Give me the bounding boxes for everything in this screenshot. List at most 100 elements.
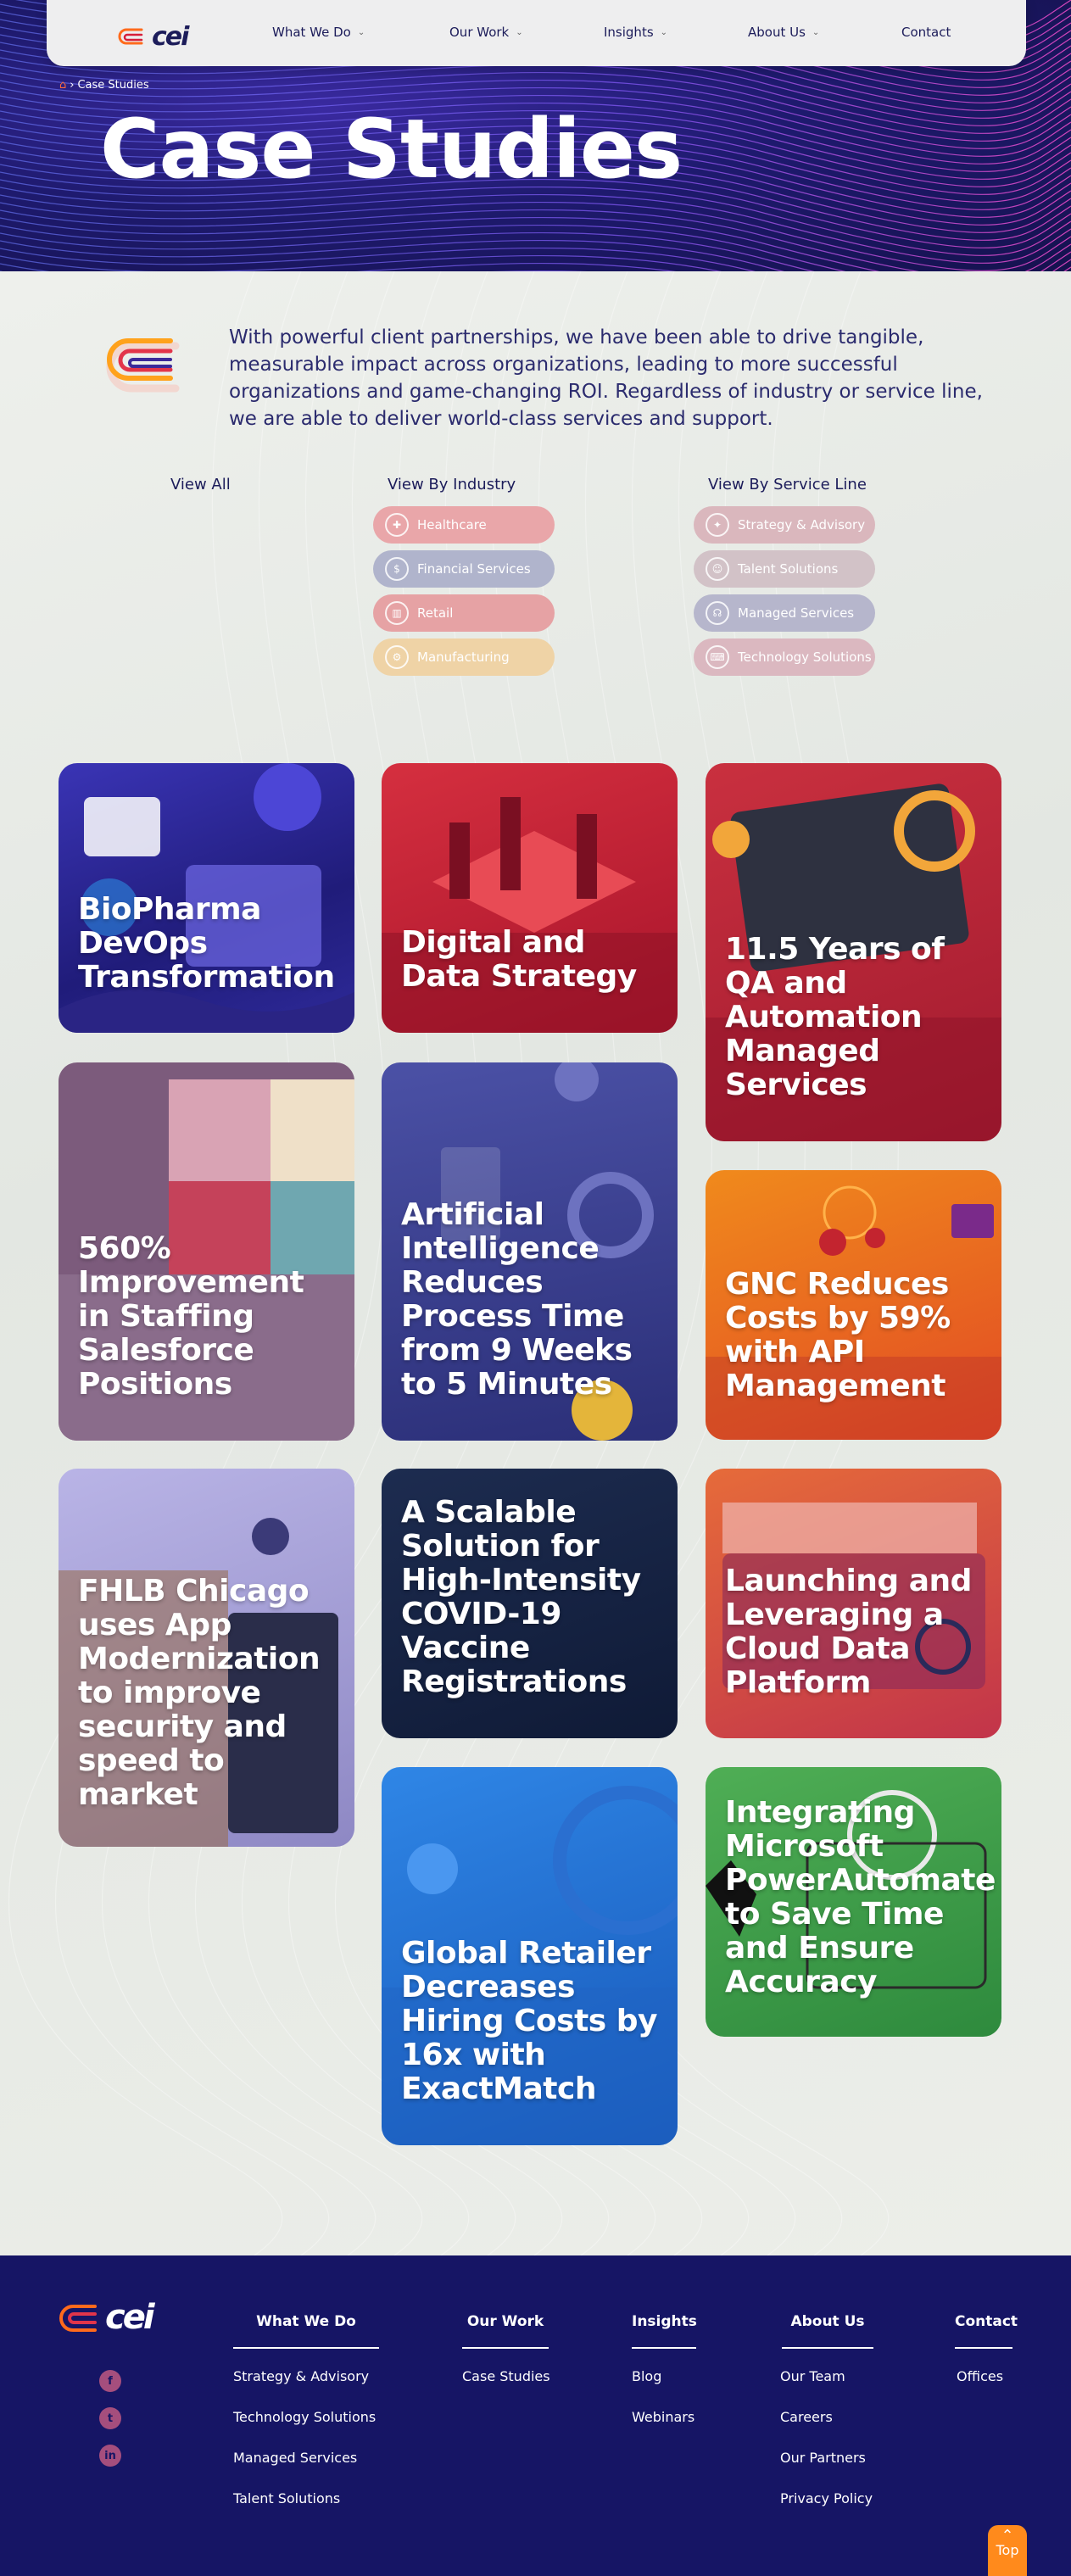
- pill-label: Manufacturing: [417, 650, 510, 665]
- page-title: Case Studies: [100, 102, 683, 197]
- filter-pill-retail[interactable]: ▥ Retail: [373, 594, 555, 632]
- card-title: A Scalable Solution for High-Intensity C…: [401, 1495, 641, 1699]
- footer-heading-our-work[interactable]: Our Work: [462, 2313, 549, 2349]
- case-study-card[interactable]: Integrating Microsoft PowerAutomate to S…: [706, 1767, 1001, 2037]
- linkedin-icon[interactable]: in: [99, 2445, 121, 2467]
- footer-link[interactable]: Privacy Policy: [780, 2490, 873, 2506]
- chevron-down-icon: ⌄: [357, 27, 365, 37]
- footer-logo[interactable]: cei: [58, 2298, 172, 2344]
- cei-logo[interactable]: cei: [116, 22, 189, 52]
- chevron-down-icon: ⌄: [812, 27, 820, 37]
- case-study-card[interactable]: Digital and Data Strategy: [382, 763, 678, 1033]
- pill-label: Talent Solutions: [738, 561, 839, 577]
- wave-line: [0, 201, 1071, 271]
- site-footer: cei f t in What We Do Our Work Insights …: [0, 2255, 1071, 2576]
- nav-label: About Us: [748, 25, 806, 40]
- pill-label: Financial Services: [417, 561, 531, 577]
- footer-heading-insights[interactable]: Insights: [632, 2313, 697, 2349]
- filter-pill-manufacturing[interactable]: ⚙ Manufacturing: [373, 638, 555, 676]
- filter-pill-managed-services[interactable]: ☊ Managed Services: [694, 594, 875, 632]
- cei-logo-text: cei: [152, 22, 189, 52]
- manufacturing-icon: ⚙: [385, 645, 409, 669]
- footer-link[interactable]: Case Studies: [462, 2368, 550, 2384]
- filter-pill-financial-services[interactable]: $ Financial Services: [373, 550, 555, 588]
- case-study-card[interactable]: BioPharma DevOps Transformation: [59, 763, 354, 1033]
- case-study-card[interactable]: Artificial Intelligence Reduces Process …: [382, 1062, 678, 1441]
- card-title: Digital and Data Strategy: [401, 925, 637, 994]
- filter-pill-talent-solutions[interactable]: ☺ Talent Solutions: [694, 550, 875, 588]
- top-navigation: cei What We Do ⌄ Our Work ⌄ Insights ⌄ Abou…: [47, 0, 1026, 66]
- breadcrumb-separator: ›: [70, 79, 75, 92]
- footer-link[interactable]: Careers: [780, 2409, 833, 2425]
- footer-link[interactable]: Webinars: [632, 2409, 694, 2425]
- footer-logo-text: cei: [105, 2298, 155, 2337]
- footer-link[interactable]: Our Team: [780, 2368, 845, 2384]
- footer-heading-what-we-do[interactable]: What We Do: [233, 2313, 379, 2349]
- footer-heading-label: Insights: [632, 2313, 697, 2330]
- footer-link[interactable]: Managed Services: [233, 2450, 357, 2466]
- nav-item-what-we-do[interactable]: What We Do ⌄: [272, 25, 365, 40]
- heading-underline: [462, 2347, 549, 2349]
- facebook-icon[interactable]: f: [99, 2370, 121, 2392]
- nav-item-our-work[interactable]: Our Work ⌄: [449, 25, 523, 40]
- breadcrumb-current: Case Studies: [77, 79, 149, 92]
- chevron-up-icon: ⌃: [1001, 2527, 1014, 2545]
- talent-icon: ☺: [706, 557, 729, 581]
- card-title: Global Retailer Decreases Hiring Costs b…: [401, 1936, 657, 2106]
- healthcare-icon: ✚: [385, 513, 409, 537]
- filter-pill-technology-solutions[interactable]: ⌨ Technology Solutions: [694, 638, 875, 676]
- case-study-card[interactable]: 11.5 Years of QA and Automation Managed …: [706, 763, 1001, 1141]
- heading-underline: [233, 2347, 379, 2349]
- card-title: Integrating Microsoft PowerAutomate to S…: [725, 1795, 996, 1999]
- wave-line: [0, 231, 1071, 271]
- card-title: FHLB Chicago uses App Modernization to i…: [78, 1574, 321, 1812]
- managed-services-icon: ☊: [706, 601, 729, 625]
- case-study-card[interactable]: Global Retailer Decreases Hiring Costs b…: [382, 1767, 678, 2145]
- top-button-label: Top: [996, 2542, 1019, 2558]
- footer-heading-contact[interactable]: Contact: [955, 2313, 1018, 2349]
- card-title: 560% Improvement in Staffing Salesforce …: [78, 1231, 304, 1402]
- heading-underline: [632, 2347, 696, 2349]
- nav-label: Insights: [604, 25, 654, 40]
- filter-view-all[interactable]: View All: [170, 476, 231, 493]
- case-study-card[interactable]: 560% Improvement in Staffing Salesforce …: [59, 1062, 354, 1441]
- filter-heading-service-line: View By Service Line: [708, 476, 867, 493]
- nav-item-contact[interactable]: Contact: [901, 25, 951, 40]
- footer-link[interactable]: Our Partners: [780, 2450, 866, 2466]
- footer-link[interactable]: Offices: [957, 2368, 1003, 2384]
- strategy-icon: ✦: [706, 513, 729, 537]
- case-study-card[interactable]: FHLB Chicago uses App Modernization to i…: [59, 1469, 354, 1847]
- nav-item-about-us[interactable]: About Us ⌄: [748, 25, 819, 40]
- twitter-icon[interactable]: t: [99, 2407, 121, 2429]
- chevron-down-icon: ⌄: [516, 27, 523, 37]
- chevron-down-icon: ⌄: [660, 27, 668, 37]
- back-to-top-button[interactable]: ⌃ Top: [988, 2525, 1027, 2576]
- footer-heading-label: About Us: [790, 2313, 865, 2330]
- home-icon[interactable]: ⌂: [59, 79, 66, 92]
- card-title: 11.5 Years of QA and Automation Managed …: [725, 932, 945, 1102]
- wave-line: [0, 186, 1071, 256]
- cei-logo-mark-icon: [118, 28, 143, 44]
- wave-line: [0, 193, 1071, 264]
- footer-heading-about-us[interactable]: About Us: [782, 2313, 873, 2349]
- pill-label: Strategy & Advisory: [738, 517, 866, 532]
- pill-label: Healthcare: [417, 517, 487, 532]
- gear-dollar-icon: $: [385, 557, 409, 581]
- case-study-card[interactable]: GNC Reduces Costs by 59% with API Manage…: [706, 1170, 1001, 1440]
- footer-link[interactable]: Blog: [632, 2368, 661, 2384]
- footer-link[interactable]: Strategy & Advisory: [233, 2368, 369, 2384]
- nav-item-insights[interactable]: Insights ⌄: [604, 25, 667, 40]
- filter-pill-healthcare[interactable]: ✚ Healthcare: [373, 506, 555, 544]
- footer-heading-label: Contact: [955, 2313, 1018, 2330]
- cei-emblem-icon: [98, 331, 191, 427]
- footer-link[interactable]: Technology Solutions: [233, 2409, 376, 2425]
- wave-line: [0, 247, 756, 271]
- case-study-card[interactable]: Launching and Leveraging a Cloud Data Pl…: [706, 1469, 1001, 1738]
- card-title: Launching and Leveraging a Cloud Data Pl…: [725, 1564, 972, 1700]
- case-study-card[interactable]: A Scalable Solution for High-Intensity C…: [382, 1469, 678, 1738]
- nav-label: What We Do: [272, 25, 351, 40]
- nav-label: Our Work: [449, 25, 510, 40]
- footer-link[interactable]: Talent Solutions: [233, 2490, 340, 2506]
- filter-pill-strategy-advisory[interactable]: ✦ Strategy & Advisory: [694, 506, 875, 544]
- filter-heading-industry: View By Industry: [388, 476, 516, 493]
